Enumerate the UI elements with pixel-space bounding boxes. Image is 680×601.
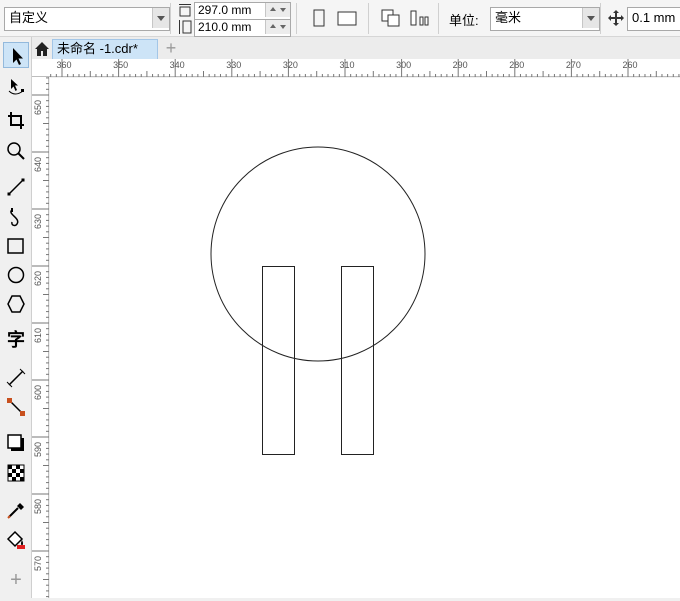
toolbox: 字 + (0, 37, 32, 598)
ruler-label: 300 (396, 60, 412, 70)
landscape-icon[interactable] (336, 7, 358, 29)
ruler-label: 260 (622, 60, 638, 70)
zoom-tool[interactable] (3, 138, 29, 164)
width-spinner[interactable] (265, 3, 290, 17)
ellipse-tool[interactable] (3, 262, 29, 288)
ruler-label: 640 (33, 156, 43, 172)
document-tab-label: 未命名 -1.cdr* (57, 41, 138, 56)
page-height-icon (179, 20, 192, 34)
property-bar: 自定义 297.0 mm 210.0 mm 单位: 毫米 0.1 mm (0, 0, 680, 37)
ruler-label: 270 (565, 60, 581, 70)
ruler-label: 610 (33, 327, 43, 343)
ruler-label: 330 (226, 60, 242, 70)
ruler-label: 600 (33, 384, 43, 400)
text-icon: 字 (7, 330, 25, 350)
shadow-icon (7, 434, 24, 451)
vertical-ruler[interactable]: 650 640 630 620 610 600 590 580 570 (32, 77, 49, 598)
chevron-down-icon (582, 8, 599, 28)
drawing (210, 146, 426, 455)
crop-icon (8, 112, 24, 129)
ruler-label: 580 (33, 498, 43, 514)
ruler-label: 310 (339, 60, 355, 70)
left-rectangle-shape[interactable] (262, 266, 295, 455)
nudge-distance-field[interactable]: 0.1 mm (627, 7, 680, 31)
hexagon-icon (7, 295, 25, 313)
rectangle-tool[interactable] (3, 233, 29, 259)
circle-shape[interactable] (210, 146, 426, 362)
node-edit-icon (8, 79, 24, 95)
magnifier-icon (7, 142, 25, 160)
page-preset-value: 自定义 (9, 10, 49, 25)
pick-tool[interactable] (3, 42, 29, 68)
ruler-label: 620 (33, 270, 43, 286)
horizontal-ruler[interactable]: 360 350 340 330 320 310 300 290 280 270 260 (48, 59, 680, 77)
portrait-icon[interactable] (308, 7, 330, 29)
nudge-icon (608, 10, 624, 26)
curve-icon (10, 208, 19, 227)
artistic-media-tool[interactable] (3, 204, 29, 230)
ruler-label: 630 (33, 213, 43, 229)
bucket-icon (6, 530, 25, 549)
add-tool[interactable]: + (3, 567, 29, 593)
units-label: 单位: (449, 13, 479, 28)
all-pages-icon[interactable] (380, 7, 402, 29)
eyedropper-icon (7, 503, 24, 519)
tab-document[interactable]: 未命名 -1.cdr* (52, 39, 158, 59)
dimension-tool[interactable] (3, 365, 29, 391)
units-dropdown[interactable]: 毫米 (490, 7, 600, 31)
arrow-pointer-icon (13, 48, 23, 65)
add-tab-button[interactable]: + (160, 39, 182, 59)
ruler-label: 650 (33, 99, 43, 115)
home-icon[interactable] (32, 39, 52, 59)
ruler-label: 350 (113, 60, 129, 70)
ellipse-icon (7, 266, 25, 284)
shape-tool[interactable] (3, 73, 29, 99)
ruler-label: 280 (509, 60, 525, 70)
drawing-canvas[interactable] (50, 78, 680, 598)
rectangle-icon (7, 238, 24, 254)
line-icon (7, 178, 25, 196)
ruler-label: 290 (452, 60, 468, 70)
page-preset-dropdown[interactable]: 自定义 (4, 7, 170, 31)
units-value: 毫米 (495, 10, 522, 25)
fill-tool[interactable] (3, 527, 29, 553)
page-width-value: 297.0 mm (198, 3, 252, 17)
chevron-down-icon (152, 8, 169, 28)
eyedropper-tool[interactable] (3, 498, 29, 524)
connector-icon (7, 398, 25, 416)
polygon-tool[interactable] (3, 291, 29, 317)
plus-icon: + (10, 569, 22, 591)
transparency-tool[interactable] (3, 460, 29, 486)
ruler-label: 570 (33, 555, 43, 571)
checker-icon (7, 464, 25, 482)
page-width-icon (179, 4, 191, 17)
crop-tool[interactable] (3, 108, 29, 134)
ruler-label: 590 (33, 441, 43, 457)
text-tool[interactable]: 字 (3, 327, 29, 353)
shadow-tool[interactable] (3, 430, 29, 456)
page-height-field[interactable]: 210.0 mm (194, 19, 291, 37)
page-width-field[interactable]: 297.0 mm (194, 2, 291, 20)
connector-tool[interactable] (3, 394, 29, 420)
freehand-tool[interactable] (3, 174, 29, 200)
current-page-icon[interactable] (408, 7, 430, 29)
page-height-value: 210.0 mm (198, 20, 252, 34)
dimension-icon (6, 368, 26, 388)
ruler-label: 320 (282, 60, 298, 70)
ruler-origin[interactable] (32, 59, 49, 77)
right-rectangle-shape[interactable] (341, 266, 374, 455)
ruler-label: 360 (56, 60, 72, 70)
height-spinner[interactable] (265, 20, 290, 34)
nudge-distance-value: 0.1 mm (632, 10, 676, 25)
ruler-label: 340 (169, 60, 185, 70)
